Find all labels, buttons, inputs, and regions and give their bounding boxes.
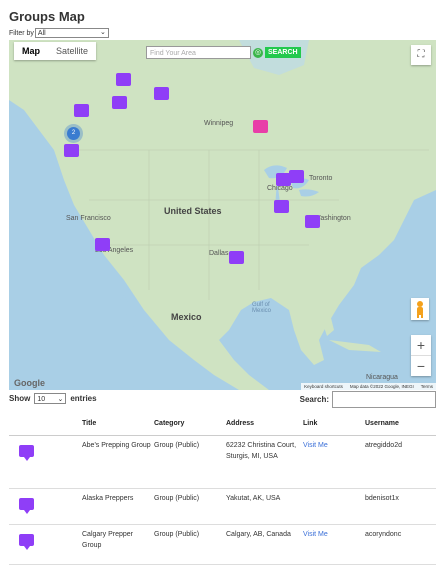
table-row: Calgary Prepper Group Group (Public) Cal… — [9, 524, 436, 565]
map-label-san-francisco: San Francisco — [66, 215, 111, 222]
google-logo: Google — [14, 378, 45, 388]
column-header-title[interactable]: Title — [81, 411, 153, 436]
map-tab[interactable]: Map — [14, 42, 48, 60]
table-row: Alaska Preppers Group (Public) Yakutat, … — [9, 488, 436, 525]
row-username: acoryndonc — [364, 524, 436, 565]
map-label-dallas: Dallas — [209, 250, 229, 257]
terms-link[interactable]: Terms — [421, 384, 433, 389]
group-marker[interactable] — [112, 96, 127, 109]
group-marker[interactable] — [154, 87, 169, 100]
row-address: 62232 Christina Court, Sturgis, MI, USA — [225, 435, 302, 489]
entries-label: entries — [70, 394, 97, 403]
filter: Filter by All ⌄ — [9, 28, 109, 38]
find-area-input[interactable]: Find Your Area — [146, 46, 251, 59]
table-controls: Show 10 ⌄ entries Search: — [9, 391, 436, 411]
row-title: Calgary Prepper Group — [81, 524, 153, 565]
row-title: Alaska Preppers — [81, 488, 153, 525]
row-link-cell: Visit Me — [302, 524, 364, 565]
group-marker[interactable] — [274, 200, 289, 213]
table-search-input[interactable] — [332, 391, 436, 408]
satellite-tab[interactable]: Satellite — [48, 42, 96, 60]
map-label-united-states: United States — [164, 206, 222, 216]
group-marker[interactable] — [74, 104, 89, 117]
row-username: atregiddo2d — [364, 435, 436, 489]
chevron-down-icon: ⌄ — [57, 396, 64, 403]
group-marker-icon — [19, 534, 34, 550]
column-header-address[interactable]: Address — [225, 411, 302, 436]
map-data-credit: Map data ©2022 Google, INEGI — [349, 384, 414, 389]
street-view-pegman-icon[interactable] — [411, 298, 429, 320]
map-label-winnipeg: Winnipeg — [204, 120, 234, 127]
group-marker[interactable] — [305, 215, 320, 228]
filter-select[interactable]: All ⌄ — [34, 28, 109, 38]
group-marker[interactable] — [95, 238, 110, 251]
map-label-gulf: Gulf of Mexico — [252, 302, 272, 314]
group-marker-highlighted[interactable] — [253, 120, 268, 133]
entries-value: 10 — [37, 396, 46, 403]
location-icon[interactable]: ◎ — [253, 47, 263, 58]
group-marker[interactable] — [229, 251, 244, 264]
groups-map[interactable]: Map Satellite Find Your Area ◎ SEARCH ⛶ … — [9, 40, 436, 390]
group-marker-icon — [19, 498, 34, 514]
row-icon-cell — [9, 524, 81, 565]
filter-label: Filter by — [9, 29, 34, 37]
column-header-username[interactable]: Username — [364, 411, 436, 436]
column-header-category[interactable]: Category — [153, 411, 225, 436]
fullscreen-icon[interactable]: ⛶ — [411, 45, 431, 65]
group-marker[interactable] — [64, 144, 79, 157]
group-marker[interactable] — [289, 170, 304, 183]
row-address: Yakutat, AK, USA — [225, 488, 302, 525]
search-label: Search: — [299, 395, 329, 404]
visit-me-link[interactable]: Visit Me — [303, 531, 328, 538]
table-search: Search: — [300, 391, 436, 408]
column-header-link[interactable]: Link — [302, 411, 364, 436]
search-button[interactable]: SEARCH — [265, 47, 301, 58]
filter-selected-value: All — [37, 30, 46, 37]
group-marker-icon — [19, 445, 34, 461]
icon-column-header — [9, 411, 81, 436]
keyboard-shortcuts-link[interactable]: Keyboard shortcuts — [304, 384, 343, 389]
row-username: bdenisot1x — [364, 488, 436, 525]
table-row: Abe's Prepping Group Group (Public) 6223… — [9, 435, 436, 489]
zoom-control: + − — [411, 335, 431, 376]
show-label: Show — [9, 394, 31, 403]
chevron-down-icon: ⌄ — [100, 29, 106, 36]
map-attribution: Keyboard shortcuts Map data ©2022 Google… — [301, 383, 436, 390]
map-label-toronto: Toronto — [309, 175, 333, 182]
row-category: Group (Public) — [153, 524, 225, 565]
entries-select[interactable]: 10 ⌄ — [34, 393, 67, 404]
group-cluster-marker[interactable]: 2 — [67, 127, 80, 140]
map-label-chicago: Chicago — [267, 185, 293, 192]
zoom-out-button[interactable]: − — [411, 356, 431, 376]
zoom-in-button[interactable]: + — [411, 335, 431, 355]
row-icon-cell — [9, 435, 81, 489]
page-title: Groups Map — [9, 9, 85, 24]
table-header-row: Title Category Address Link Username — [9, 411, 436, 436]
row-category: Group (Public) — [153, 488, 225, 525]
row-category: Group (Public) — [153, 435, 225, 489]
group-marker[interactable] — [116, 73, 131, 86]
row-address: Calgary, AB, Canada — [225, 524, 302, 565]
map-label-nicaragua: Nicaragua — [366, 374, 398, 381]
map-type-control: Map Satellite — [14, 42, 97, 60]
entries-length: Show 10 ⌄ entries — [9, 393, 97, 404]
groups-table: Title Category Address Link Username Abe… — [9, 411, 436, 565]
row-link-cell: Visit Me — [302, 435, 364, 489]
row-link-cell — [302, 488, 364, 525]
visit-me-link[interactable]: Visit Me — [303, 442, 328, 449]
map-search: Find Your Area ◎ SEARCH — [146, 46, 301, 59]
map-label-mexico: Mexico — [171, 312, 202, 322]
row-title: Abe's Prepping Group — [81, 435, 153, 489]
row-icon-cell — [9, 488, 81, 525]
